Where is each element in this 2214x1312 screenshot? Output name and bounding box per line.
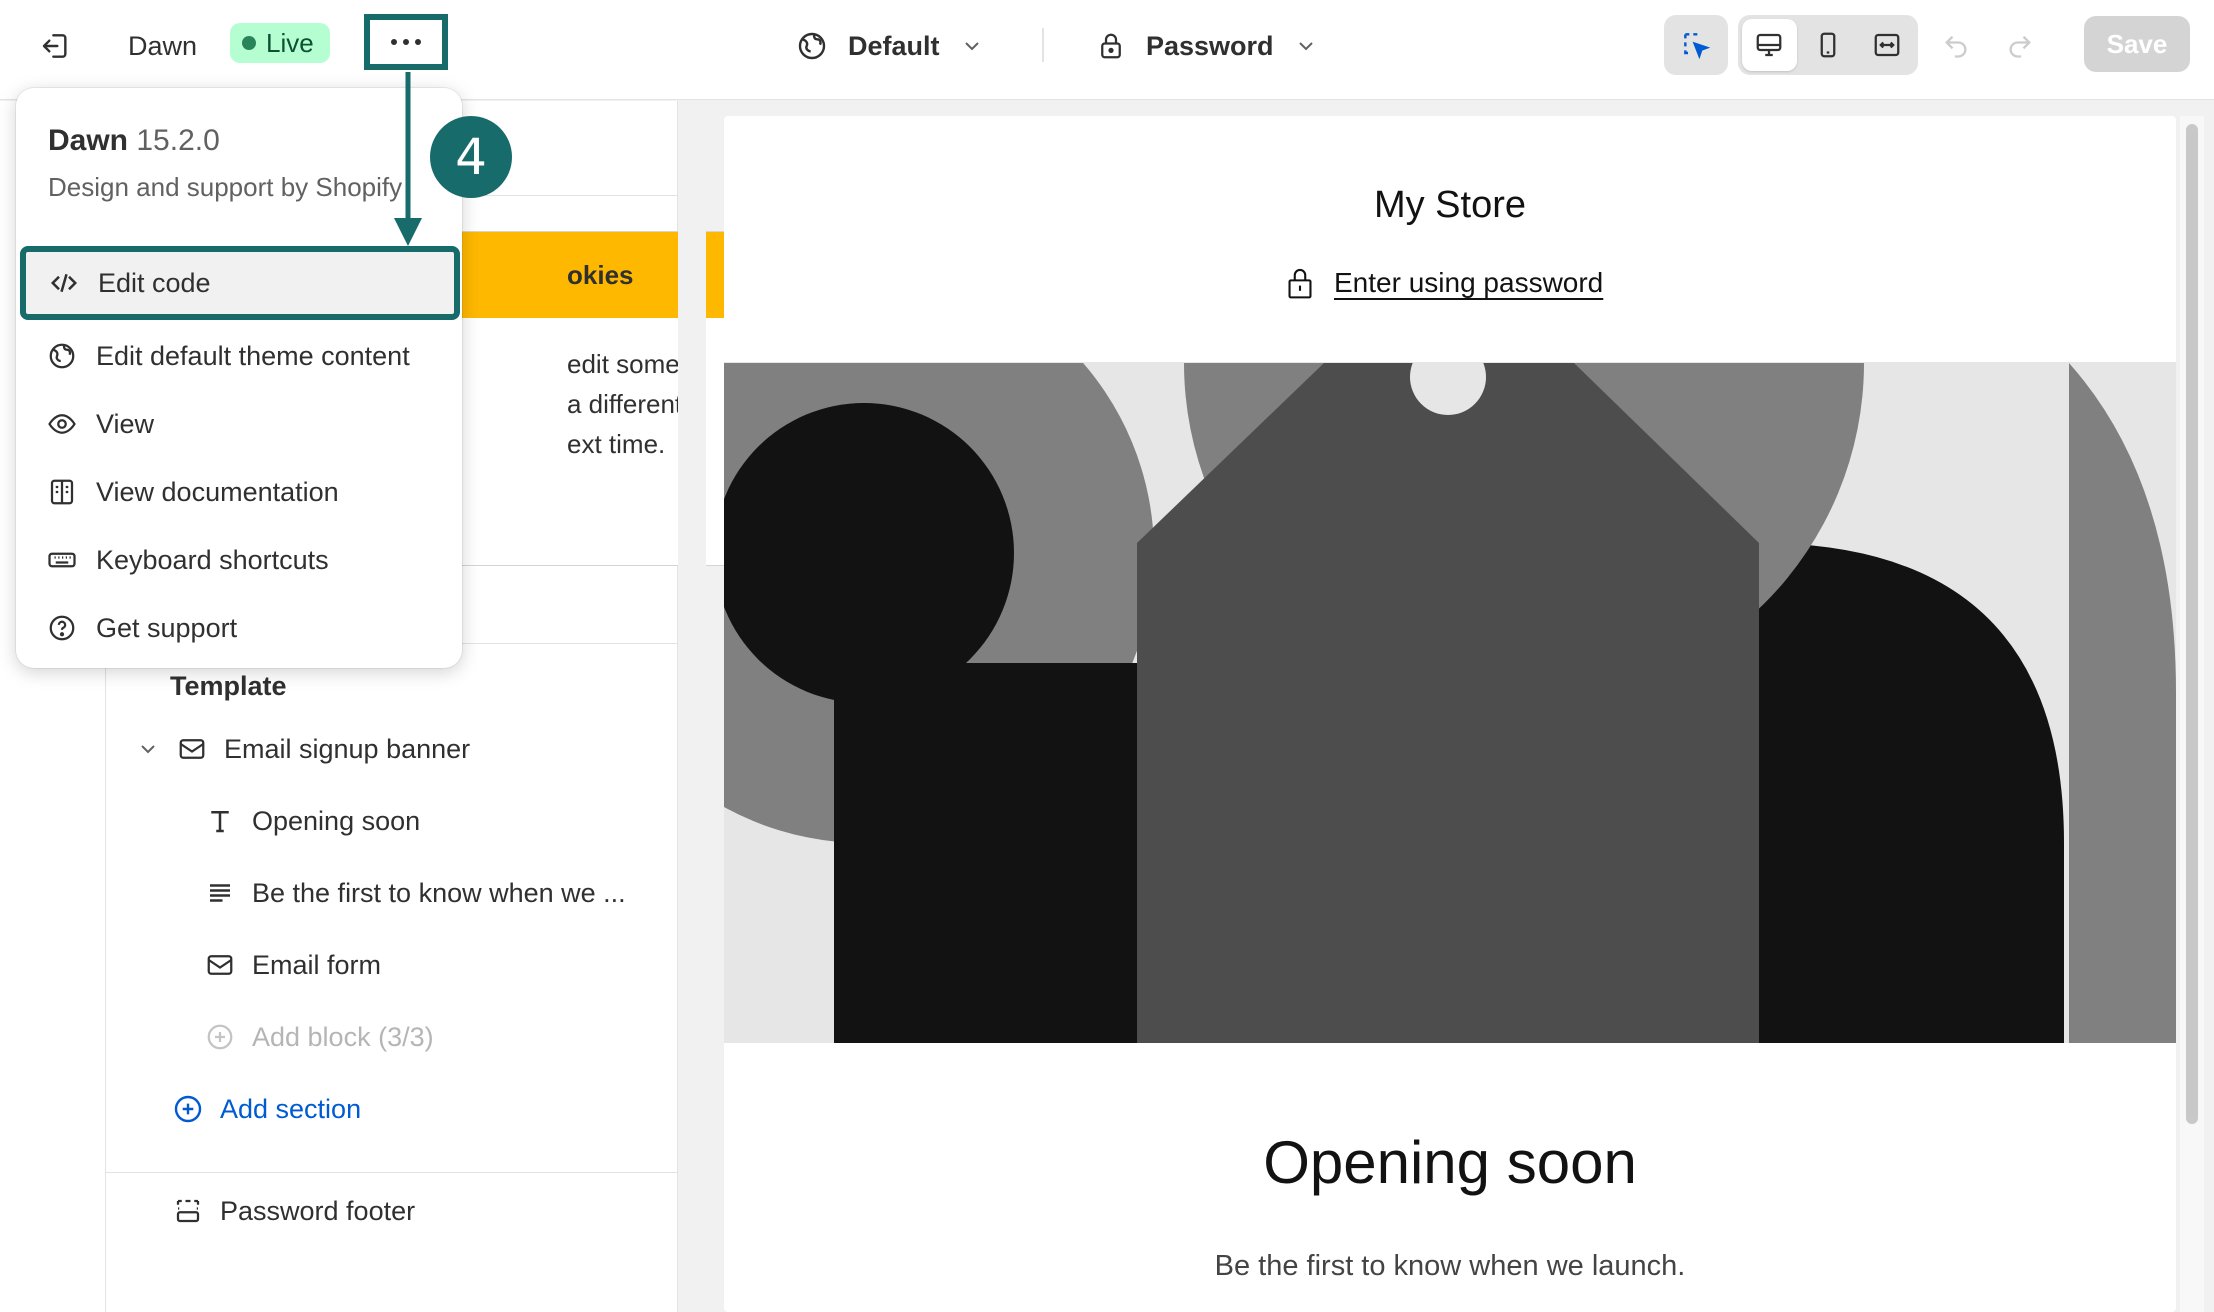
footer-icon	[172, 1195, 204, 1227]
email-icon	[204, 949, 236, 981]
page-selector-label: Password	[1146, 30, 1274, 61]
mobile-icon	[1820, 32, 1836, 58]
menu-item-label: Edit default theme content	[96, 340, 410, 371]
scrollbar-thumb[interactable]	[2186, 124, 2198, 1124]
page-selector[interactable]: Password	[1096, 24, 1318, 68]
cookies-notice-line: ext time.	[567, 429, 666, 459]
add-block-label: Add block (3/3)	[252, 1021, 434, 1052]
book-icon	[46, 476, 78, 508]
chevron-down-icon	[141, 745, 155, 754]
menu-item-label: Get support	[96, 612, 238, 643]
hero-image	[724, 363, 2176, 1043]
chevron-down-icon	[1298, 42, 1313, 51]
theme-actions-menu: Dawn 15.2.0 Design and support by Shopif…	[16, 88, 462, 668]
hero-illustration	[724, 363, 2176, 1043]
store-name[interactable]: My Store	[724, 184, 2176, 227]
preview-scrollbar[interactable]	[2180, 116, 2204, 1312]
opening-soon-heading[interactable]: Opening soon	[724, 1128, 2176, 1197]
lock-icon	[1101, 33, 1121, 59]
desktop-view-button[interactable]	[1742, 19, 1797, 71]
chevron-down-icon	[964, 42, 979, 51]
eye-icon	[46, 408, 78, 440]
section-label: Password footer	[220, 1195, 416, 1226]
theme-name: Dawn	[128, 30, 198, 61]
save-button[interactable]: Save	[2084, 16, 2190, 72]
undo-icon	[1945, 35, 1967, 58]
cookies-notice-line: edit some	[567, 349, 680, 379]
redo-button[interactable]	[2000, 26, 2040, 66]
desktop-icon	[1756, 33, 1782, 57]
viewport-toggle-group	[1738, 15, 1918, 75]
fullscreen-view-button[interactable]	[1859, 19, 1914, 71]
menu-item-view-documentation[interactable]: View documentation	[28, 460, 450, 524]
top-bar: Dawn Live Default Password Save	[0, 0, 2214, 100]
menu-theme-subtitle: Design and support by Shopify	[48, 172, 403, 202]
block-label: Be the first to know when we ...	[252, 877, 626, 908]
block-opening-soon[interactable]: Opening soon	[204, 805, 420, 837]
code-icon	[48, 267, 80, 299]
password-entry-label: Enter using password	[1334, 267, 1604, 298]
template-heading: Template	[170, 671, 287, 701]
globe-icon	[798, 32, 826, 60]
add-section-button[interactable]: Add section	[172, 1093, 361, 1125]
template-selector-label: Default	[848, 30, 940, 61]
menu-item-label: Keyboard shortcuts	[96, 544, 329, 575]
menu-item-label: Edit code	[98, 267, 211, 298]
exit-button[interactable]	[36, 26, 76, 66]
add-block-button[interactable]: Add block (3/3)	[204, 1021, 434, 1053]
opening-soon-subheading[interactable]: Be the first to know when we launch.	[724, 1250, 2176, 1283]
section-label: Email signup banner	[224, 733, 471, 764]
section-email-signup-banner[interactable]: Email signup banner	[136, 733, 470, 765]
block-label: Email form	[252, 949, 382, 980]
plus-circle-icon	[172, 1093, 204, 1125]
inspector-toggle-button[interactable]	[1664, 15, 1728, 75]
toolbar-divider	[1042, 28, 1044, 62]
menu-theme-title: Dawn 15.2.0	[48, 124, 220, 158]
keyboard-icon	[46, 544, 78, 576]
section-password-footer[interactable]: Password footer	[172, 1195, 415, 1227]
password-entry-link[interactable]: Enter using password	[1284, 266, 1603, 300]
ellipsis-icon	[391, 39, 397, 45]
more-actions-button[interactable]	[364, 14, 448, 70]
undo-button[interactable]	[1936, 26, 1976, 66]
plus-circle-icon	[204, 1021, 236, 1053]
live-dot-icon	[242, 36, 256, 50]
menu-item-label: View	[96, 408, 155, 439]
cookies-notice-line: a different	[567, 389, 683, 419]
step-number-badge: 4	[430, 116, 512, 198]
block-paragraph[interactable]: Be the first to know when we ...	[204, 877, 626, 909]
ellipsis-dot	[403, 39, 409, 45]
sidebar-gutter	[678, 101, 706, 1312]
select-cursor-icon	[1684, 33, 1711, 60]
menu-theme-version: 15.2.0	[136, 124, 220, 157]
paragraph-icon	[204, 877, 236, 909]
add-section-label: Add section	[220, 1093, 362, 1124]
menu-item-keyboard-shortcuts[interactable]: Keyboard shortcuts	[28, 528, 450, 592]
template-selector[interactable]: Default	[796, 24, 984, 68]
expand-icon	[1874, 33, 1900, 57]
menu-item-edit-code[interactable]: Edit code	[20, 246, 460, 320]
menu-theme-name: Dawn	[48, 124, 129, 157]
question-circle-icon	[46, 612, 78, 644]
menu-item-view[interactable]: View	[28, 392, 450, 456]
email-icon	[176, 733, 208, 765]
sidebar-divider	[106, 1172, 678, 1173]
text-icon	[204, 805, 236, 837]
mobile-view-button[interactable]	[1801, 19, 1856, 71]
lock-icon	[1288, 268, 1312, 299]
redo-icon	[2009, 35, 2031, 58]
status-badge-label: Live	[266, 27, 314, 58]
menu-item-get-support[interactable]: Get support	[28, 596, 450, 660]
block-label: Opening soon	[252, 805, 421, 836]
exit-icon	[42, 34, 67, 58]
ellipsis-dot	[415, 39, 421, 45]
globe-icon	[46, 340, 78, 372]
block-email-form[interactable]: Email form	[204, 949, 381, 981]
menu-item-label: View documentation	[96, 476, 339, 507]
menu-item-edit-default-theme-content[interactable]: Edit default theme content	[28, 324, 450, 388]
status-badge: Live	[230, 23, 330, 63]
store-preview: My Store Enter using password Opening so…	[724, 116, 2176, 1312]
